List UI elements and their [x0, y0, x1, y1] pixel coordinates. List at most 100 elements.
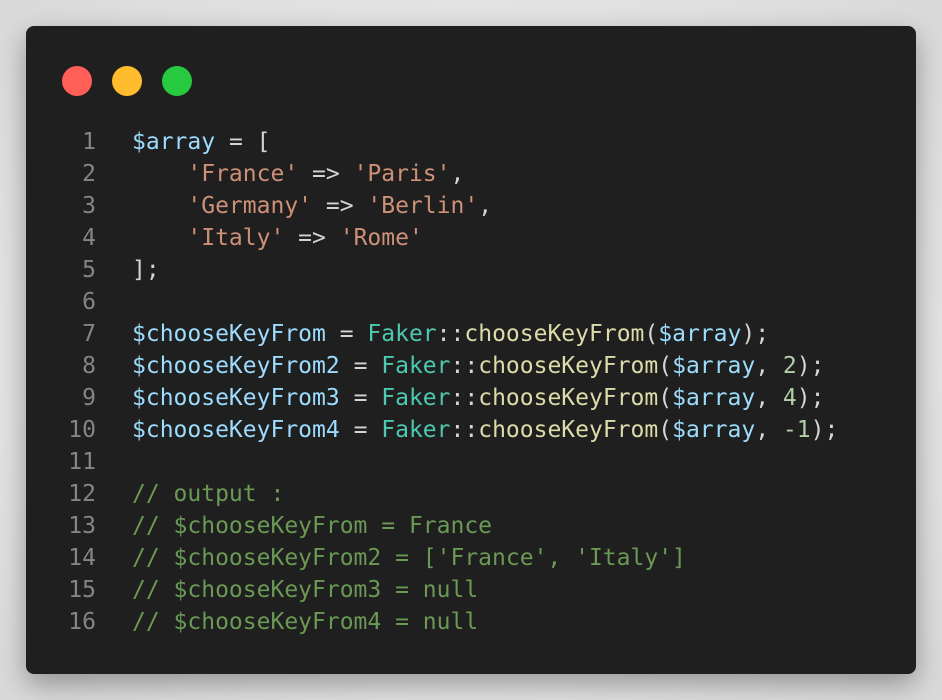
- code-function: chooseKeyFrom: [478, 385, 659, 411]
- code-line: 1 $array = [: [26, 126, 916, 158]
- code-punctuation: =>: [312, 193, 368, 219]
- code-punctuation: [132, 193, 187, 219]
- code-class: Faker: [367, 321, 437, 347]
- code-window: 1 $array = [2 'France' => 'Paris', 3 'Germ…: [26, 26, 916, 674]
- line-number: 7: [82, 321, 96, 347]
- code-punctuation: =: [339, 385, 382, 411]
- code-punctuation: [132, 225, 187, 251]
- line-number: 9: [82, 385, 96, 411]
- code-punctuation: ,: [755, 417, 783, 443]
- code-text: 'France' => 'Paris',: [132, 158, 464, 190]
- code-punctuation: = [: [215, 129, 271, 155]
- line-number: 11: [68, 449, 96, 475]
- line-number: 2: [82, 161, 96, 187]
- code-comment: // $chooseKeyFrom4 = null: [132, 609, 479, 635]
- code-punctuation: =: [325, 321, 368, 347]
- code-variable: $chooseKeyFrom3: [132, 385, 340, 411]
- code-text: // $chooseKeyFrom2 = ['France', 'Italy']: [132, 542, 686, 574]
- line-number: 16: [68, 609, 96, 635]
- code-variable: $array: [672, 417, 756, 443]
- code-line: 15 // $chooseKeyFrom3 = null: [26, 574, 916, 606]
- code-string: 'Germany': [187, 193, 313, 219]
- code-variable: $chooseKeyFrom: [132, 321, 326, 347]
- code-line: 16 // $chooseKeyFrom4 = null: [26, 606, 916, 638]
- code-text: ];: [132, 254, 160, 286]
- code-line: 14 // $chooseKeyFrom2 = ['France', 'Italy…: [26, 542, 916, 574]
- code-text: $array = [: [132, 126, 270, 158]
- code-comment: // $chooseKeyFrom3 = null: [132, 577, 479, 603]
- code-text: $chooseKeyFrom4 = Faker::chooseKeyFrom($…: [132, 414, 838, 446]
- line-number: 4: [82, 225, 96, 251]
- code-string: 'Paris': [353, 161, 451, 187]
- window-controls: [62, 66, 192, 96]
- code-line: 9 $chooseKeyFrom3 = Faker::chooseKeyFrom(…: [26, 382, 916, 414]
- code-punctuation: ,: [478, 193, 493, 219]
- code-function: chooseKeyFrom: [478, 353, 659, 379]
- code-text: 'Germany' => 'Berlin',: [132, 190, 492, 222]
- code-string: 'Rome': [339, 225, 423, 251]
- code-text: // $chooseKeyFrom4 = null: [132, 606, 478, 638]
- line-number: 10: [68, 417, 96, 443]
- line-number: 1: [82, 129, 96, 155]
- code-variable: $array: [672, 385, 756, 411]
- code-line: 10 $chooseKeyFrom4 = Faker::chooseKeyFrom…: [26, 414, 916, 446]
- code-line: 7 $chooseKeyFrom = Faker::chooseKeyFrom($…: [26, 318, 916, 350]
- code-variable: $array: [672, 353, 756, 379]
- code-punctuation: );: [796, 353, 825, 379]
- code-class: Faker: [381, 417, 451, 443]
- line-number: 14: [68, 545, 96, 571]
- line-number: 6: [82, 289, 96, 315]
- code-text: 'Italy' => 'Rome': [132, 222, 423, 254]
- code-variable: $chooseKeyFrom2: [132, 353, 340, 379]
- code-line: 11: [26, 446, 916, 478]
- code-text: // $chooseKeyFrom3 = null: [132, 574, 478, 606]
- code-punctuation: =>: [284, 225, 340, 251]
- code-punctuation: ];: [132, 257, 160, 283]
- code-punctuation: ::: [450, 353, 479, 379]
- code-punctuation: ,: [450, 161, 465, 187]
- code-line: 2 'France' => 'Paris',: [26, 158, 916, 190]
- line-number: 5: [82, 257, 96, 283]
- line-number: 15: [68, 577, 96, 603]
- code-string: 'Berlin': [367, 193, 479, 219]
- minimize-dot-icon[interactable]: [112, 66, 142, 96]
- code-punctuation: [132, 161, 187, 187]
- code-line: 13 // $chooseKeyFrom = France: [26, 510, 916, 542]
- code-block: 1 $array = [2 'France' => 'Paris', 3 'Germ…: [26, 126, 916, 638]
- line-number: 13: [68, 513, 96, 539]
- code-line: 8 $chooseKeyFrom2 = Faker::chooseKeyFrom(…: [26, 350, 916, 382]
- code-function: chooseKeyFrom: [478, 417, 659, 443]
- code-comment: // $chooseKeyFrom = France: [132, 513, 493, 539]
- code-punctuation: (: [658, 385, 673, 411]
- line-number: 8: [82, 353, 96, 379]
- code-punctuation: =: [339, 353, 382, 379]
- code-text: // $chooseKeyFrom = France: [132, 510, 492, 542]
- code-line: 6: [26, 286, 916, 318]
- code-text: $chooseKeyFrom2 = Faker::chooseKeyFrom($…: [132, 350, 824, 382]
- code-number: 2: [782, 353, 797, 379]
- code-variable: $chooseKeyFrom4: [132, 417, 340, 443]
- close-dot-icon[interactable]: [62, 66, 92, 96]
- code-variable: $array: [658, 321, 742, 347]
- code-comment: // $chooseKeyFrom2 = ['France', 'Italy']: [132, 545, 686, 571]
- code-class: Faker: [381, 353, 451, 379]
- code-punctuation: ,: [755, 385, 783, 411]
- code-punctuation: );: [796, 385, 825, 411]
- code-punctuation: ::: [450, 417, 479, 443]
- code-text: // output :: [132, 478, 284, 510]
- code-class: Faker: [381, 385, 451, 411]
- code-string: 'France': [187, 161, 299, 187]
- line-number: 3: [82, 193, 96, 219]
- code-variable: $array: [132, 129, 216, 155]
- code-number: -1: [782, 417, 811, 443]
- maximize-dot-icon[interactable]: [162, 66, 192, 96]
- code-punctuation: =: [339, 417, 382, 443]
- code-comment: // output :: [132, 481, 285, 507]
- code-punctuation: (: [658, 417, 673, 443]
- code-punctuation: (: [644, 321, 659, 347]
- code-string: 'Italy': [187, 225, 285, 251]
- code-number: 4: [782, 385, 797, 411]
- code-text: $chooseKeyFrom = Faker::chooseKeyFrom($a…: [132, 318, 769, 350]
- code-line: 12 // output :: [26, 478, 916, 510]
- code-punctuation: ,: [755, 353, 783, 379]
